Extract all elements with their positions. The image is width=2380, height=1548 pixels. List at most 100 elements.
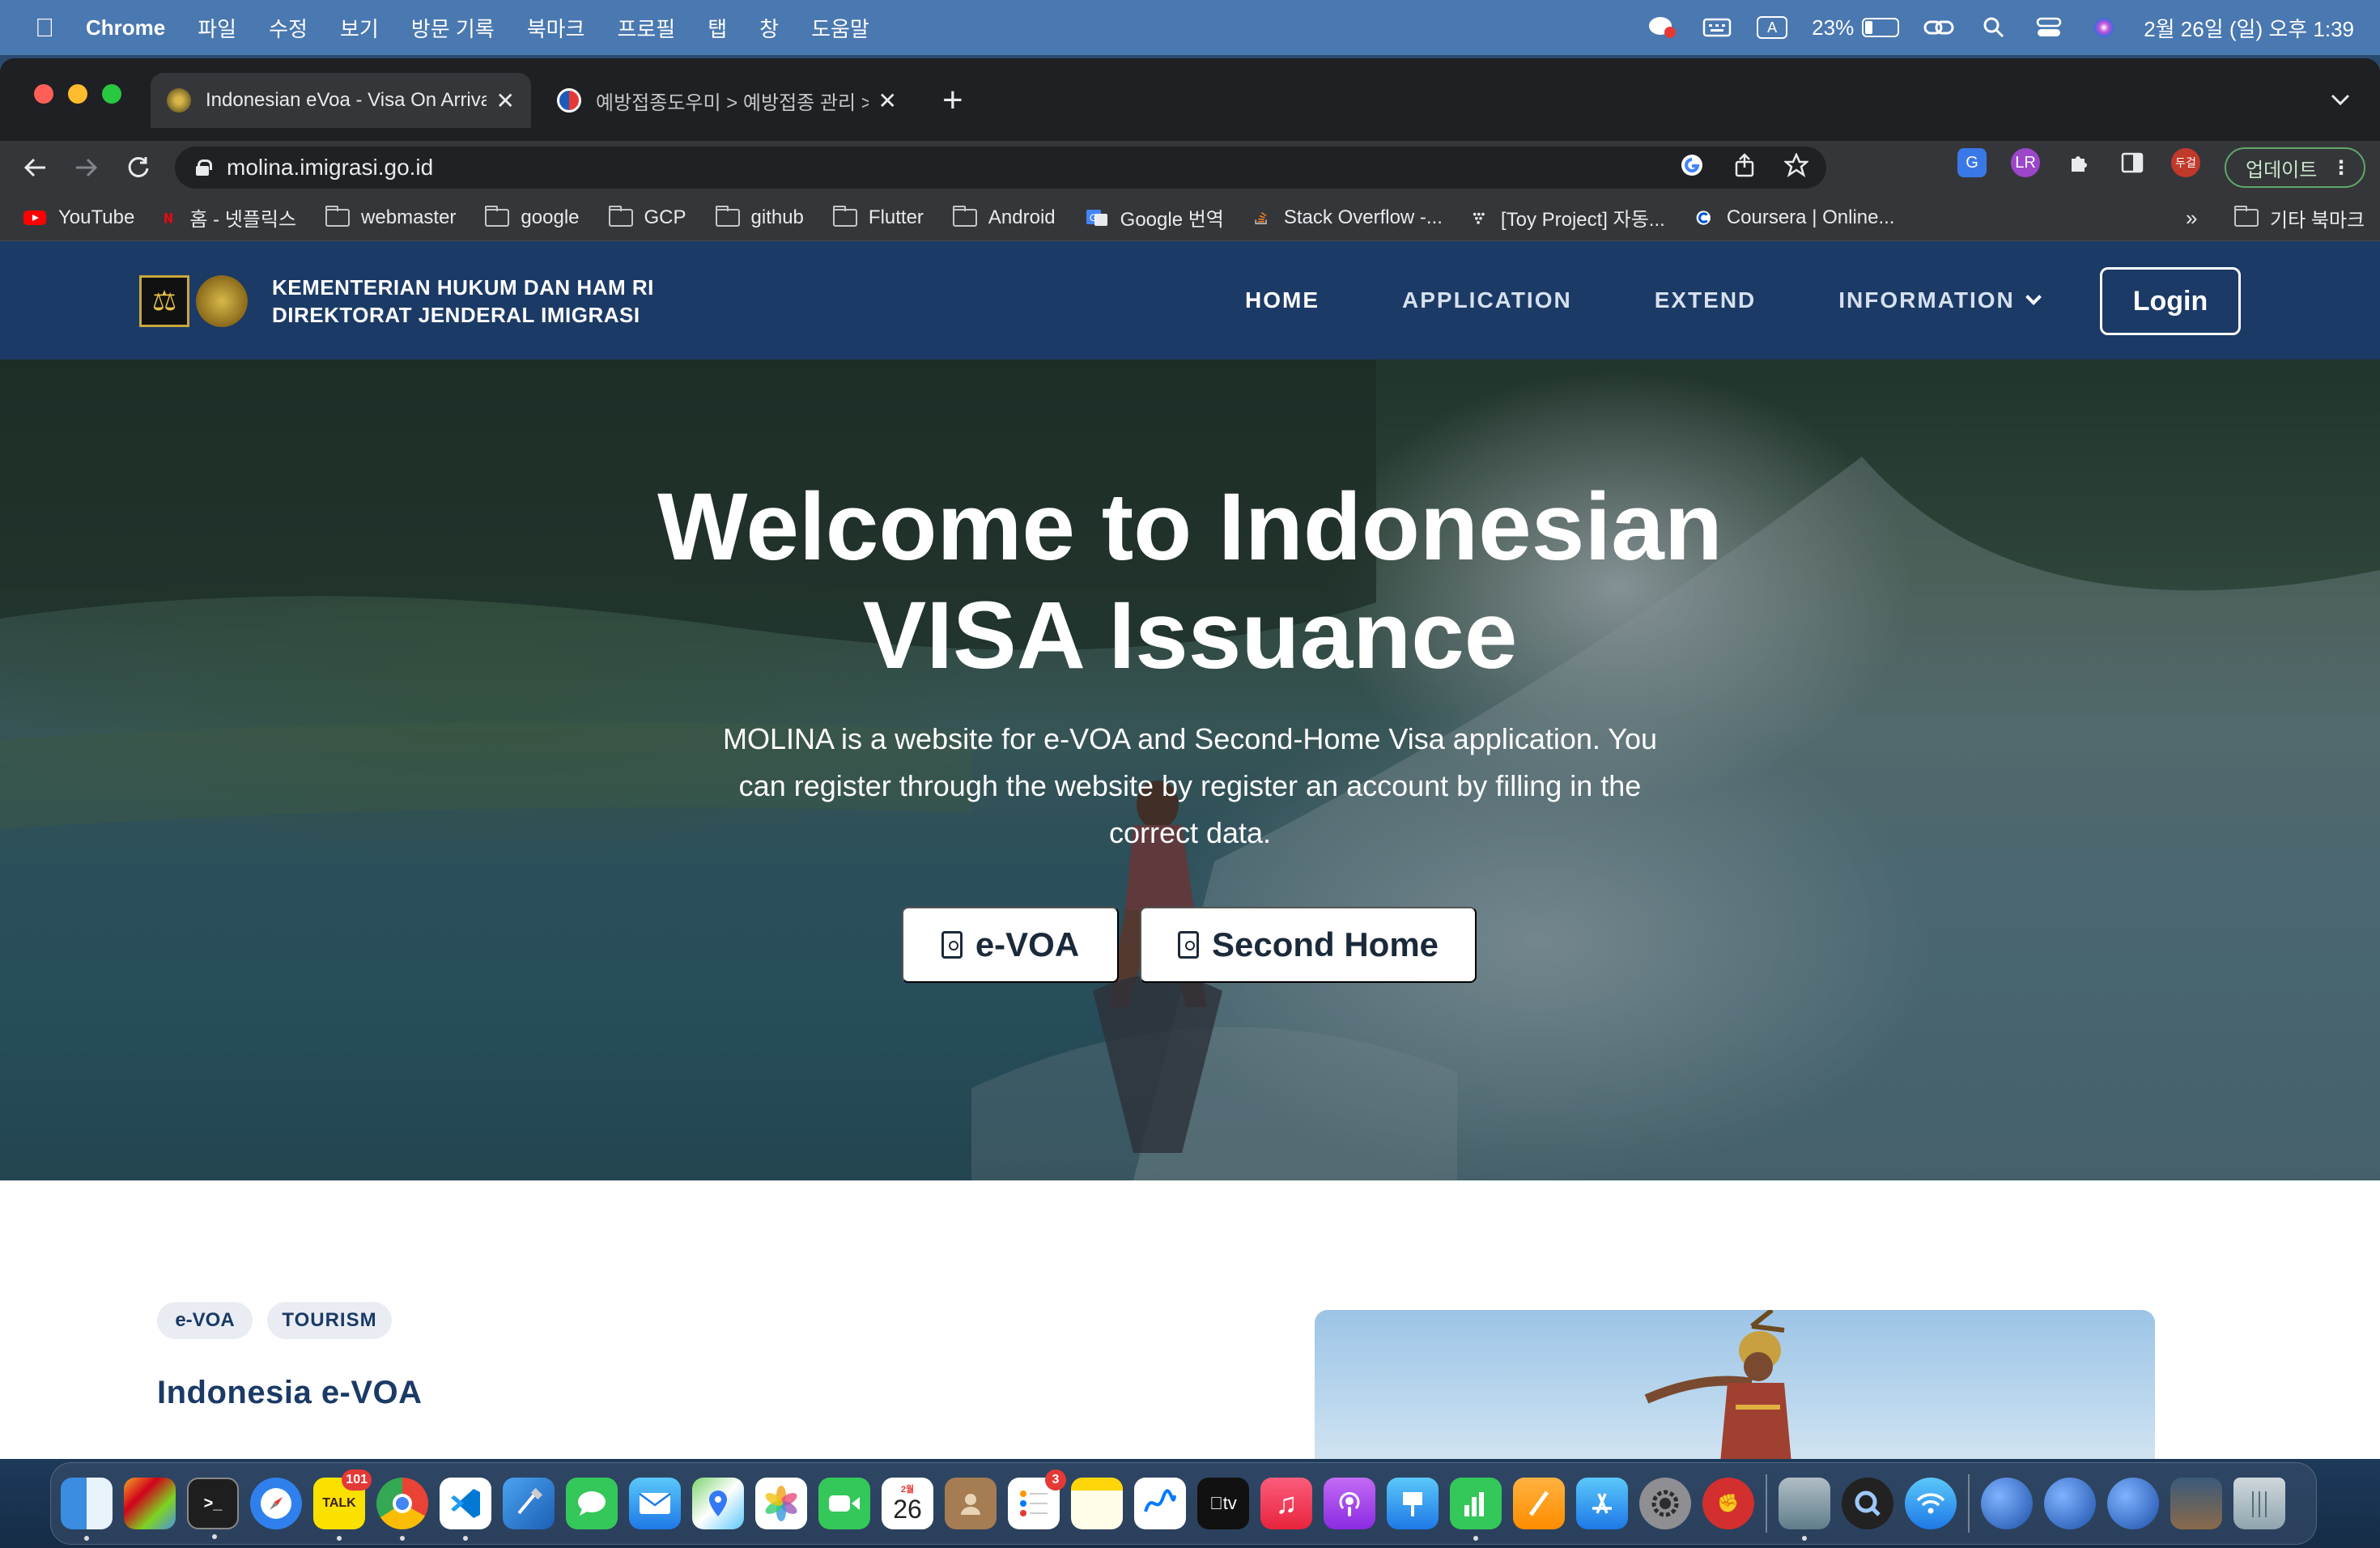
- downloads-stack-icon[interactable]: [2170, 1478, 2222, 1529]
- tab-vaccination-helper[interactable]: 예방접종도우미 > 예방접종 관리 > 조회 ✕: [541, 73, 913, 128]
- close-window-button[interactable]: [34, 84, 53, 104]
- close-tab-icon[interactable]: ✕: [496, 87, 515, 114]
- evoa-button[interactable]: e-VOA: [902, 907, 1119, 983]
- menu-tab[interactable]: 탭: [708, 13, 727, 43]
- nav-extend[interactable]: EXTEND: [1655, 287, 1757, 313]
- site-logo[interactable]: ⚖ KEMENTERIAN HUKUM DAN HAM RI DIREKTORA…: [139, 274, 654, 329]
- translate-extension-icon[interactable]: G: [1957, 148, 1987, 177]
- terminal-icon[interactable]: >_: [187, 1478, 239, 1539]
- link-icon[interactable]: [1923, 16, 1954, 39]
- nav-application[interactable]: APPLICATION: [1402, 287, 1572, 313]
- keynote-icon[interactable]: [1387, 1478, 1439, 1529]
- keyboard-icon[interactable]: [1702, 16, 1732, 39]
- trash-icon[interactable]: [2233, 1478, 2285, 1529]
- mail-icon[interactable]: [629, 1478, 681, 1529]
- photos-icon[interactable]: [755, 1478, 807, 1529]
- bookmark-folder-flutter[interactable]: Flutter: [832, 205, 924, 229]
- contacts-icon[interactable]: [945, 1478, 997, 1529]
- more-menu-icon[interactable]: ⋮: [2331, 156, 2351, 180]
- update-chrome-button[interactable]: 업데이트 ⋮: [2225, 147, 2365, 188]
- apple-menu-icon[interactable]: : [29, 13, 60, 43]
- menu-app-name[interactable]: Chrome: [86, 15, 165, 40]
- reload-icon[interactable]: [121, 151, 155, 185]
- music-icon[interactable]: ♫: [1260, 1478, 1312, 1529]
- lock-icon[interactable]: [196, 159, 212, 176]
- tab-search-chevron-icon[interactable]: [2330, 87, 2351, 113]
- profile-avatar[interactable]: 두걸: [2171, 148, 2200, 177]
- notes-icon[interactable]: [1071, 1478, 1123, 1529]
- app-store-icon[interactable]: [1576, 1478, 1628, 1529]
- wifi-app-icon[interactable]: [1905, 1478, 1957, 1529]
- nav-home[interactable]: HOME: [1245, 287, 1320, 313]
- bookmark-star-icon[interactable]: [1783, 151, 1810, 183]
- bookmark-coursera[interactable]: Coursera | Online...: [1694, 206, 1894, 229]
- preview-icon[interactable]: [1779, 1478, 1830, 1541]
- globe-folder-icon[interactable]: [2107, 1478, 2159, 1529]
- bookmark-folder-github[interactable]: github: [715, 205, 804, 229]
- xcode-icon[interactable]: [503, 1478, 555, 1529]
- reminders-icon[interactable]: 3: [1008, 1469, 1066, 1529]
- quicktime-icon[interactable]: [1842, 1478, 1893, 1529]
- close-tab-icon[interactable]: ✕: [878, 87, 897, 114]
- side-panel-icon[interactable]: [2118, 148, 2147, 177]
- freeform-icon[interactable]: [1134, 1478, 1186, 1529]
- input-source-indicator[interactable]: A: [1757, 16, 1788, 39]
- fist-app-icon[interactable]: ✊: [1702, 1478, 1754, 1529]
- facetime-icon[interactable]: [818, 1478, 870, 1529]
- menu-view[interactable]: 보기: [340, 13, 379, 43]
- tab-indonesian-evoa[interactable]: Indonesian eVoa - Visa On Arrival ✕: [151, 73, 531, 128]
- vscode-icon[interactable]: [440, 1478, 491, 1541]
- launchpad-icon[interactable]: [124, 1478, 176, 1529]
- url-text[interactable]: molina.imigrasi.go.id: [227, 155, 433, 181]
- bookmark-folder-google[interactable]: google: [485, 205, 580, 229]
- battery-status[interactable]: 23%: [1812, 15, 1900, 40]
- share-icon[interactable]: [1734, 152, 1755, 183]
- new-tab-plus-icon[interactable]: +: [942, 83, 963, 118]
- menu-bookmarks[interactable]: 북마크: [527, 13, 585, 43]
- menu-profiles[interactable]: 프로필: [617, 13, 675, 43]
- numbers-icon[interactable]: [1450, 1478, 1502, 1541]
- menu-window[interactable]: 창: [759, 13, 779, 43]
- google-lens-icon[interactable]: [1679, 152, 1705, 184]
- finder-icon[interactable]: [61, 1478, 113, 1541]
- calendar-icon[interactable]: 2월 26: [882, 1478, 933, 1529]
- menu-file[interactable]: 파일: [198, 13, 236, 43]
- lr-extension-icon[interactable]: LR: [2011, 148, 2040, 177]
- control-center-icon[interactable]: [2034, 16, 2064, 39]
- bookmark-folder-webmaster[interactable]: webmaster: [325, 205, 456, 229]
- bookmark-youtube[interactable]: YouTube: [23, 206, 134, 229]
- podcasts-icon[interactable]: [1324, 1478, 1375, 1529]
- menu-help[interactable]: 도움말: [811, 13, 869, 43]
- bookmark-google-translate[interactable]: G Google 번역: [1085, 203, 1224, 232]
- messages-icon[interactable]: [566, 1478, 618, 1529]
- kakaotalk-icon[interactable]: TALK 101: [313, 1469, 372, 1541]
- extensions-puzzle-icon[interactable]: [2064, 148, 2093, 177]
- menu-history[interactable]: 방문 기록: [411, 13, 495, 43]
- globe-folder-icon[interactable]: [2044, 1478, 2096, 1529]
- system-settings-icon[interactable]: [1639, 1478, 1691, 1529]
- chrome-icon[interactable]: [376, 1478, 428, 1541]
- zoom-window-button[interactable]: [102, 84, 121, 104]
- safari-icon[interactable]: [250, 1478, 302, 1529]
- maps-icon[interactable]: [692, 1478, 744, 1529]
- pages-icon[interactable]: [1513, 1478, 1565, 1529]
- menu-bar-clock[interactable]: 2월 26일 (일) 오후 1:39: [2144, 13, 2354, 43]
- nav-information[interactable]: INFORMATION: [1838, 287, 2042, 313]
- menu-edit[interactable]: 수정: [269, 13, 308, 43]
- bookmark-toy-project[interactable]: [Toy Project] 자동...: [1472, 203, 1665, 232]
- bookmarks-overflow-chevron[interactable]: »: [2186, 206, 2197, 231]
- spotlight-search-icon[interactable]: [1978, 16, 2009, 39]
- login-button[interactable]: Login: [2100, 267, 2241, 335]
- forward-arrow-icon[interactable]: [70, 151, 104, 185]
- siri-icon[interactable]: [2089, 16, 2119, 39]
- bookmark-netflix[interactable]: 홈 - 넷플릭스: [164, 203, 296, 232]
- bookmark-folder-android[interactable]: Android: [952, 205, 1056, 229]
- other-bookmarks-folder[interactable]: 기타 북마크: [2234, 194, 2365, 241]
- address-bar[interactable]: molina.imigrasi.go.id: [175, 147, 1826, 189]
- bookmark-folder-gcp[interactable]: GCP: [608, 205, 686, 229]
- chat-notification-icon[interactable]: [1647, 16, 1677, 39]
- back-arrow-icon[interactable]: [18, 151, 52, 185]
- bookmark-stack-overflow[interactable]: Stack Overflow -...: [1253, 206, 1443, 229]
- second-home-button[interactable]: Second Home: [1140, 907, 1477, 983]
- minimize-window-button[interactable]: [68, 84, 87, 104]
